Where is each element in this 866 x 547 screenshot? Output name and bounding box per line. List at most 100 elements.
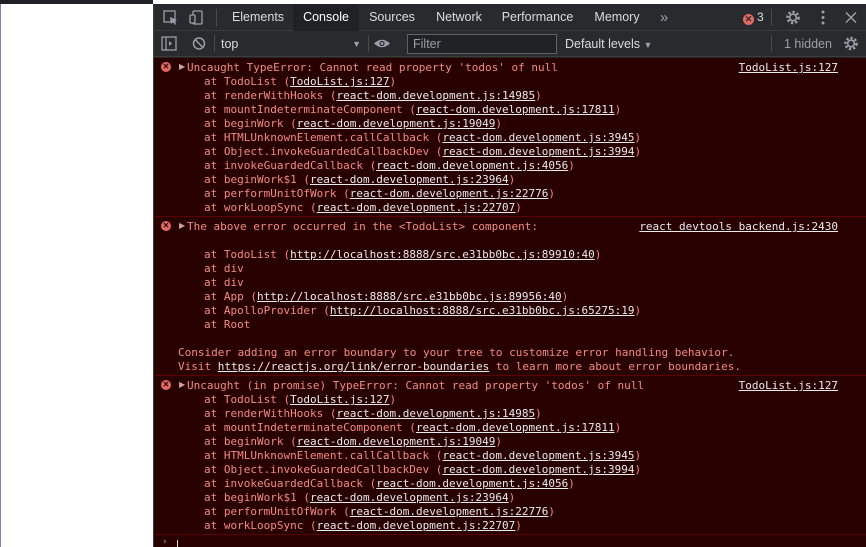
error-boundary-visit-note: Visit https://reactjs.org/link/error-bou… — [154, 360, 866, 374]
stack-frame-function: HTMLUnknownElement.callCallback — [223, 131, 430, 144]
message-source-link[interactable]: TodoList.js:127 — [739, 61, 838, 75]
stack-frame-prefix: at — [204, 463, 224, 476]
stack-frame-function: Object.invokeGuardedCallbackDev — [223, 463, 430, 476]
stack-frame: at div — [154, 262, 866, 276]
tab-divider — [216, 9, 217, 26]
stack-frame-prefix: at — [204, 421, 224, 434]
log-levels-label: Default levels — [565, 37, 641, 51]
stack-frame-link[interactable]: react-dom.development.js:4056 — [376, 159, 568, 172]
stack-frame-prefix: at — [204, 262, 224, 275]
stack-frame-link[interactable]: react-dom.development.js:19049 — [297, 117, 496, 130]
stack-frame: at Object.invokeGuardedCallbackDev (reac… — [204, 145, 642, 158]
stack-frame-prefix: at — [204, 407, 224, 420]
stack-frame-prefix: at — [204, 131, 224, 144]
sidebar-toggle-icon[interactable] — [160, 35, 178, 52]
stack-frame-link[interactable]: react-dom.development.js:4056 — [376, 477, 568, 490]
stack-frame-prefix: at — [204, 449, 224, 462]
stack-frame-link[interactable]: react-dom.development.js:19049 — [297, 435, 496, 448]
live-expression-eye-icon[interactable] — [372, 35, 392, 52]
stack-frame-function: mountIndeterminateComponent — [223, 421, 403, 434]
stack-frame-prefix: at — [204, 505, 224, 518]
error-boundaries-link[interactable]: https://reactjs.org/link/error-boundarie… — [218, 360, 490, 373]
tab-console[interactable]: Console — [293, 4, 359, 31]
error-count-badge[interactable]: ✕ 3 — [743, 10, 764, 25]
filter-input[interactable] — [407, 34, 557, 54]
stack-frame-link[interactable]: react-dom.development.js:14985 — [336, 89, 535, 102]
expand-triangle-icon[interactable]: ▶ — [179, 63, 185, 71]
console-error-message: ✕ ▶ TodoList.js:127 Uncaught TypeError: Can… — [154, 58, 866, 217]
stack-frame: at HTMLUnknownElement.callCallback (reac… — [204, 131, 642, 144]
stack-frame-function: renderWithHooks — [223, 89, 324, 102]
stack-frame-link[interactable]: http://localhost:8888/src.e31bb0bc.js:65… — [330, 304, 635, 317]
text-cursor — [177, 540, 178, 547]
stack-frame-function: TodoList — [223, 248, 277, 261]
stack-frame-link[interactable]: react-dom.development.js:3945 — [442, 131, 634, 144]
device-toolbar-icon[interactable] — [188, 9, 206, 26]
stack-frame-link[interactable]: react-dom.development.js:22707 — [317, 519, 516, 532]
stack-frame-link[interactable]: react-dom.development.js:3945 — [442, 449, 634, 462]
stack-frame: at invokeGuardedCallback (react-dom.deve… — [204, 477, 575, 490]
stack-frame-link[interactable]: http://localhost:8888/src.e31bb0bc.js:89… — [257, 290, 562, 303]
clear-console-icon[interactable] — [190, 35, 208, 52]
stack-frame: at beginWork$1 (react-dom.development.js… — [204, 491, 516, 504]
tab-elements[interactable]: Elements — [224, 4, 292, 31]
stack-frame: at ApolloProvider (http://localhost:8888… — [204, 304, 642, 317]
stack-frame: at performUnitOfWork (react-dom.developm… — [204, 187, 556, 200]
stack-frame-function: TodoList — [223, 75, 277, 88]
visit-prefix: Visit — [178, 360, 218, 373]
error-boundary-note: Consider adding an error boundary to you… — [178, 346, 735, 359]
kebab-menu-icon[interactable] — [814, 9, 832, 26]
stack-frame-function: App — [223, 290, 244, 303]
tab-sources[interactable]: Sources — [361, 4, 423, 31]
stack-frame-link[interactable]: react-dom.development.js:22776 — [350, 187, 549, 200]
log-levels-dropdown[interactable]: Default levels ▼ — [565, 35, 652, 53]
context-select[interactable]: top ▼ — [221, 35, 361, 53]
inspect-element-icon[interactable] — [162, 9, 180, 26]
toolbar-divider — [214, 35, 215, 52]
stack-frame-link[interactable]: react-dom.development.js:22707 — [317, 201, 516, 214]
expand-triangle-icon[interactable]: ▶ — [179, 222, 185, 230]
page-viewport — [0, 0, 153, 547]
stack-frame-function: invokeGuardedCallback — [223, 477, 363, 490]
stack-frame-prefix: at — [204, 393, 224, 406]
stack-frame-prefix: at — [204, 491, 224, 504]
devtools-panel: Elements Console Sources Network Perform… — [153, 4, 866, 547]
stack-frame-function: beginWork — [223, 117, 284, 130]
stack-frame-function: beginWork$1 — [223, 173, 297, 186]
console-messages: ✕ ▶ TodoList.js:127 Uncaught TypeError: Can… — [154, 58, 866, 547]
stack-frame-link[interactable]: react-dom.development.js:3994 — [442, 145, 634, 158]
settings-gear-icon[interactable] — [784, 9, 802, 26]
tab-memory[interactable]: Memory — [582, 4, 652, 31]
stack-frame-link[interactable]: react-dom.development.js:23964 — [310, 173, 509, 186]
tab-performance[interactable]: Performance — [495, 4, 580, 31]
stack-frame-function: HTMLUnknownElement.callCallback — [223, 449, 430, 462]
tab-network[interactable]: Network — [425, 4, 493, 31]
error-icon: ✕ — [161, 221, 171, 231]
close-icon[interactable] — [842, 9, 860, 26]
stack-frame-link[interactable]: http://localhost:8888/src.e31bb0bc.js:89… — [290, 248, 595, 261]
tab-divider — [771, 9, 772, 26]
stack-frame-link[interactable]: TodoList.js:127 — [290, 393, 389, 406]
message-source-link[interactable]: TodoList.js:127 — [739, 379, 838, 393]
stack-frame-link[interactable]: react-dom.development.js:22776 — [350, 505, 549, 518]
stack-frame: at renderWithHooks (react-dom.developmen… — [204, 89, 542, 102]
stack-frame-link[interactable]: react-dom.development.js:17811 — [416, 103, 615, 116]
stack-frame-link[interactable]: TodoList.js:127 — [290, 75, 389, 88]
stack-frame-function: div — [223, 276, 244, 289]
console-settings-gear-icon[interactable] — [842, 35, 860, 52]
message-source-link[interactable]: react devtools backend.js:2430 — [639, 220, 838, 234]
stack-frame-prefix: at — [204, 117, 224, 130]
more-tabs-button[interactable]: » — [654, 4, 674, 31]
stack-frame-function: beginWork — [223, 435, 284, 448]
error-icon: ✕ — [161, 380, 171, 390]
stack-frame: at TodoList (TodoList.js:127) — [204, 75, 397, 88]
stack-frame-link[interactable]: react-dom.development.js:23964 — [310, 491, 509, 504]
console-prompt[interactable]: › — [154, 537, 866, 547]
stack-frame-link[interactable]: react-dom.development.js:3994 — [442, 463, 634, 476]
stack-frame-link[interactable]: react-dom.development.js:14985 — [336, 407, 535, 420]
expand-triangle-icon[interactable]: ▶ — [179, 381, 185, 389]
stack-frame-function: renderWithHooks — [223, 407, 324, 420]
stack-frame-link[interactable]: react-dom.development.js:17811 — [416, 421, 615, 434]
stack-frame-function: invokeGuardedCallback — [223, 159, 363, 172]
